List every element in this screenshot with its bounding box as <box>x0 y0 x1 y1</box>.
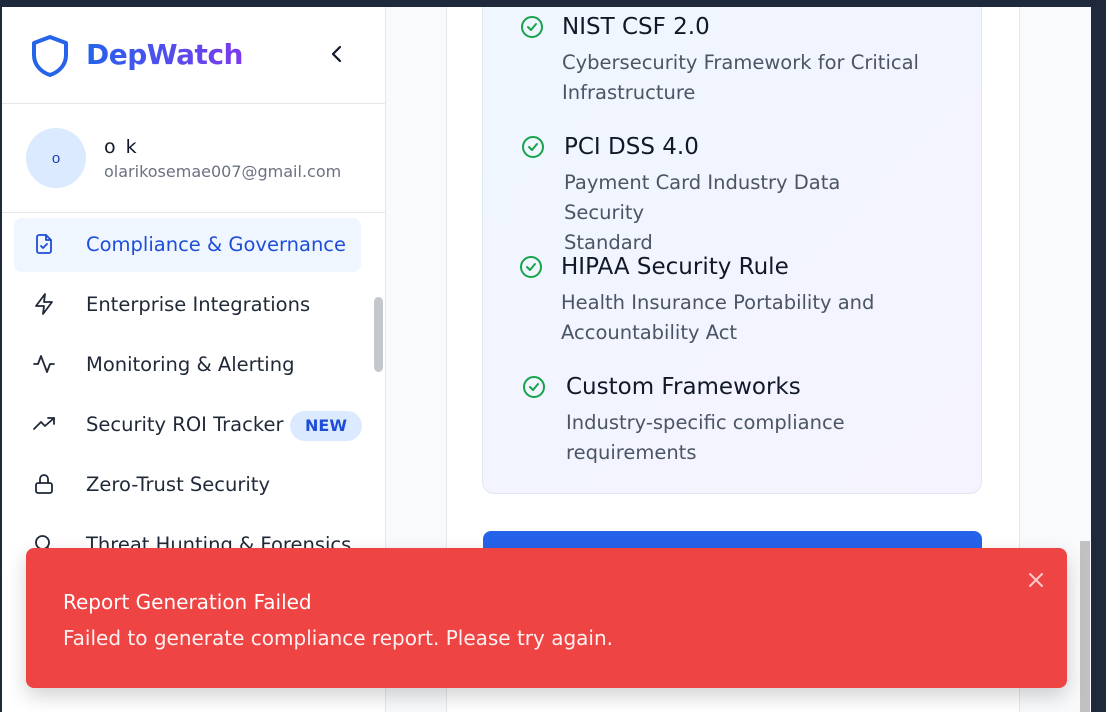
sidebar-item-roi-tracker[interactable]: Security ROI Tracker NEW <box>14 398 362 452</box>
sidebar-item-monitoring[interactable]: Monitoring & Alerting <box>14 338 361 392</box>
close-icon[interactable] <box>1024 568 1048 592</box>
main-scroll-thumb[interactable] <box>1080 541 1090 712</box>
frameworks-panel: NIST CSF 2.0 Cybersecurity Framework for… <box>482 7 982 494</box>
check-circle-icon <box>520 256 542 278</box>
activity-icon <box>33 355 55 373</box>
check-circle-icon <box>523 376 545 398</box>
trending-up-icon <box>33 417 55 430</box>
framework-desc: Industry-specific compliance requirements <box>566 411 845 464</box>
sidebar-scrollbar[interactable] <box>374 213 385 555</box>
sidebar-item-compliance[interactable]: Compliance & Governance <box>14 218 361 272</box>
error-toast: Report Generation Failed Failed to gener… <box>26 548 1067 688</box>
app-title: DepWatch <box>86 38 243 71</box>
framework-title: Custom Frameworks <box>566 374 801 400</box>
file-check-icon <box>36 234 52 254</box>
sidebar-item-label: Security ROI Tracker <box>86 413 284 436</box>
sidebar-item-integrations[interactable]: Enterprise Integrations <box>14 278 361 332</box>
sidebar-nav: Compliance & Governance Enterprise Integ… <box>2 213 374 555</box>
brand-header: DepWatch <box>2 7 385 104</box>
check-circle-icon <box>521 16 543 38</box>
framework-title: HIPAA Security Rule <box>561 254 789 280</box>
new-badge: NEW <box>290 411 362 441</box>
shield-icon <box>32 35 68 77</box>
avatar: o <box>26 128 86 188</box>
sidebar-item-zero-trust[interactable]: Zero-Trust Security <box>14 458 361 512</box>
lock-icon <box>35 474 53 494</box>
user-profile[interactable]: o o k olarikosemae007@gmail.com <box>2 104 385 213</box>
check-circle-icon <box>522 136 544 158</box>
sidebar-scroll-thumb[interactable] <box>374 297 383 372</box>
user-email: olarikosemae007@gmail.com <box>104 162 342 181</box>
sidebar-item-label: Zero-Trust Security <box>86 473 270 496</box>
framework-title: PCI DSS 4.0 <box>564 134 699 160</box>
chevron-left-icon[interactable] <box>326 43 348 65</box>
user-name: o k <box>104 136 139 158</box>
sidebar-item-label: Monitoring & Alerting <box>86 353 295 376</box>
framework-desc: Payment Card Industry Data Security Stand… <box>564 171 841 254</box>
framework-desc: Health Insurance Portability and Accounta… <box>561 291 875 344</box>
toast-message: Failed to generate compliance report. Pl… <box>63 626 614 650</box>
framework-desc: Cybersecurity Framework for Critical Infr… <box>562 51 919 104</box>
toast-title: Report Generation Failed <box>63 590 312 614</box>
sidebar-item-label: Compliance & Governance <box>86 233 347 256</box>
zap-icon <box>35 293 53 315</box>
sidebar-item-label: Enterprise Integrations <box>86 293 311 316</box>
framework-title: NIST CSF 2.0 <box>562 14 710 40</box>
